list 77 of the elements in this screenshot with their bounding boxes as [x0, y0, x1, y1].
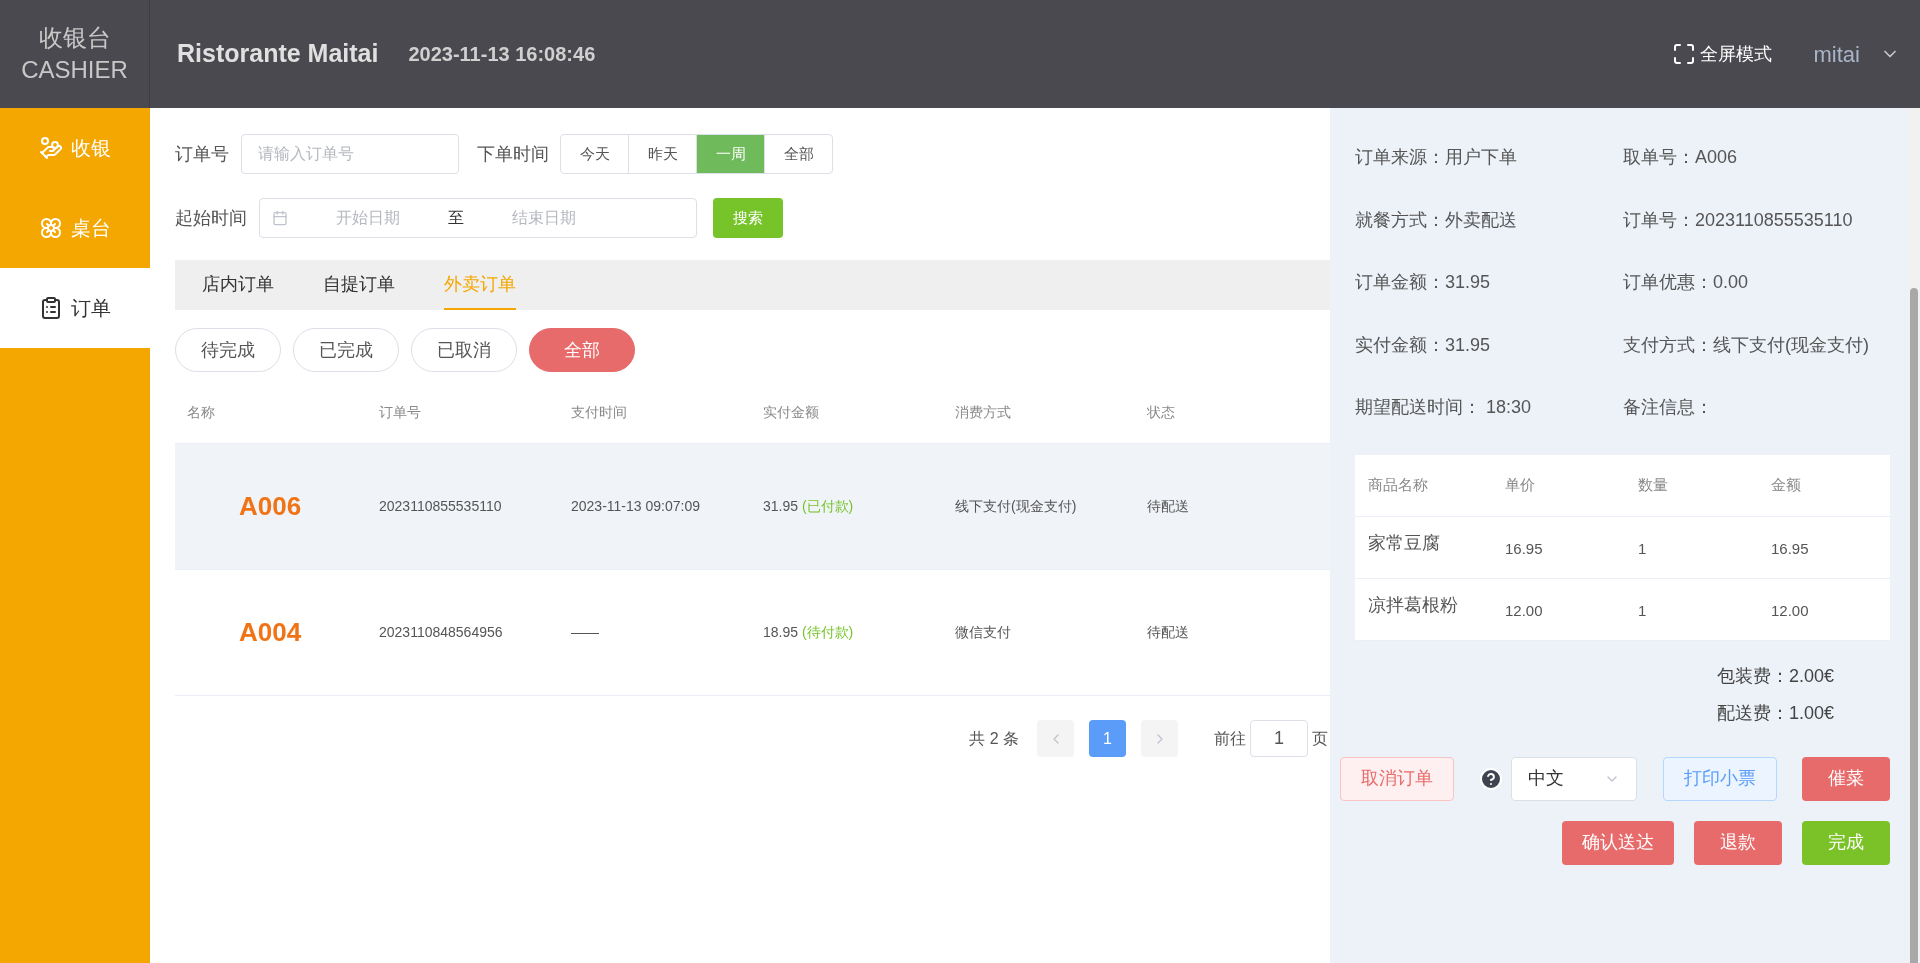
detail-field: 订单优惠：0.00 — [1623, 267, 1890, 330]
column-header: 订单号 — [378, 403, 422, 422]
page-suffix: 页 — [1312, 728, 1328, 749]
detail-field: 备注信息： — [1623, 392, 1890, 455]
sidebar-item[interactable]: 订单 — [0, 268, 150, 348]
table-cell-text: 16.95 — [1770, 538, 1810, 559]
status-filter[interactable]: 待完成 — [175, 328, 281, 372]
restaurant-name: Ristorante Maitai — [177, 38, 379, 70]
field-label: 下单时间 — [477, 142, 549, 166]
time-range-option[interactable]: 全部 — [764, 134, 833, 174]
user-menu[interactable]: mitai — [1813, 37, 1900, 71]
field-label: 订单号 — [175, 142, 229, 166]
column-header: 状态 — [1146, 403, 1176, 422]
column-header: 名称 — [186, 403, 216, 422]
table-cell-text: 1 — [1637, 600, 1648, 621]
logo-title: 收银台 — [38, 23, 111, 53]
previous-page-button[interactable] — [1037, 720, 1074, 757]
detail-field: 订单号：2023110855535110 — [1623, 204, 1890, 267]
table-cell-text: 18.95 (待付款) — [762, 623, 855, 642]
language-select[interactable]: 中文 — [1511, 756, 1638, 801]
date-separator: 至 — [448, 208, 464, 228]
column-header: 单价 — [1504, 474, 1536, 495]
detail-field: 取单号：A006 — [1623, 142, 1890, 205]
table-cell-text: 16.95 — [1504, 538, 1544, 559]
date-range-picker[interactable]: 开始日期 至 结束日期 — [259, 198, 697, 238]
order-number-input[interactable]: 请输入订单号 — [241, 134, 459, 174]
detail-field: 实付金额：31.95 — [1355, 329, 1623, 392]
column-header: 实付金额 — [762, 403, 820, 422]
goto-label: 前往 — [1214, 728, 1246, 749]
pickup-number: A004 — [238, 616, 303, 649]
detail-field: 支付方式：线下支付(现金支付) — [1623, 329, 1890, 392]
column-header: 数量 — [1637, 474, 1669, 495]
table-cell-text: 2023110855535110 — [378, 497, 503, 516]
field-label: 起始时间 — [175, 206, 247, 230]
table-cell-text: 2023110848564956 — [378, 623, 504, 642]
calendar-icon — [272, 210, 288, 226]
table-cell-text: 待配送 — [1146, 497, 1190, 516]
order-row[interactable]: A006 2023110855535110 2023-11-13 09:07:09 31.95 (已付款) 线下支付(现金支付) 待配送 — [175, 444, 1330, 570]
column-header: 金额 — [1770, 474, 1802, 495]
current-datetime: 2023-11-13 16:08:46 — [408, 42, 596, 67]
detail-field: 订单金额：31.95 — [1355, 267, 1623, 330]
table-cell-text: 12.00 — [1770, 600, 1810, 621]
table-cell-text: 2023-11-13 09:07:09 — [570, 497, 701, 516]
status-filter[interactable]: 已完成 — [293, 328, 399, 372]
detail-field: 订单来源：用户下单 — [1355, 142, 1623, 205]
status-filter[interactable]: 已取消 — [411, 328, 517, 372]
next-page-button[interactable] — [1141, 720, 1178, 757]
table-cell-text: —— — [570, 623, 600, 642]
column-header: 消费方式 — [954, 403, 1012, 422]
expand-icon — [1671, 42, 1696, 66]
logo-subtitle: CASHIER — [21, 55, 128, 85]
fee-line: 配送费：1.00€ — [1716, 701, 1834, 725]
column-header: 商品名称 — [1367, 474, 1429, 495]
column-header: 支付时间 — [570, 403, 628, 422]
time-range-option[interactable]: 今天 — [560, 134, 629, 174]
table-cell-text: 微信支付 — [954, 623, 1012, 642]
help-icon[interactable] — [1479, 766, 1504, 791]
table-cell-text: 1 — [1637, 538, 1648, 559]
table-cell-text: 线下支付(现金支付) — [954, 497, 1078, 516]
table-cell-text: 12.00 — [1504, 600, 1544, 621]
scrollbar-thumb[interactable] — [1910, 288, 1918, 963]
table-cell-text: 待配送 — [1146, 623, 1190, 642]
time-range-option[interactable]: 昨天 — [628, 134, 697, 174]
fullscreen-button[interactable]: 全屏模式 — [1671, 40, 1772, 68]
end-date-placeholder: 结束日期 — [511, 208, 577, 228]
order-type-tab[interactable]: 自提订单 — [323, 260, 395, 310]
table-cell-text: 31.95 (已付款) — [762, 497, 855, 516]
page-input[interactable]: 1 — [1250, 720, 1308, 757]
order-type-tab[interactable]: 店内订单 — [202, 260, 274, 310]
detail-field: 就餐方式：外卖配送 — [1355, 204, 1623, 267]
fee-line: 包装费：2.00€ — [1716, 664, 1834, 688]
start-date-placeholder: 开始日期 — [335, 208, 401, 228]
total-count: 共 2 条 — [969, 728, 1019, 749]
table-cell-text: 凉拌葛根粉 — [1367, 593, 1459, 617]
table-cell-text: 家常豆腐 — [1367, 531, 1441, 555]
pickup-number: A006 — [238, 490, 303, 523]
detail-field: 期望配送时间： 18:30 — [1355, 392, 1623, 455]
